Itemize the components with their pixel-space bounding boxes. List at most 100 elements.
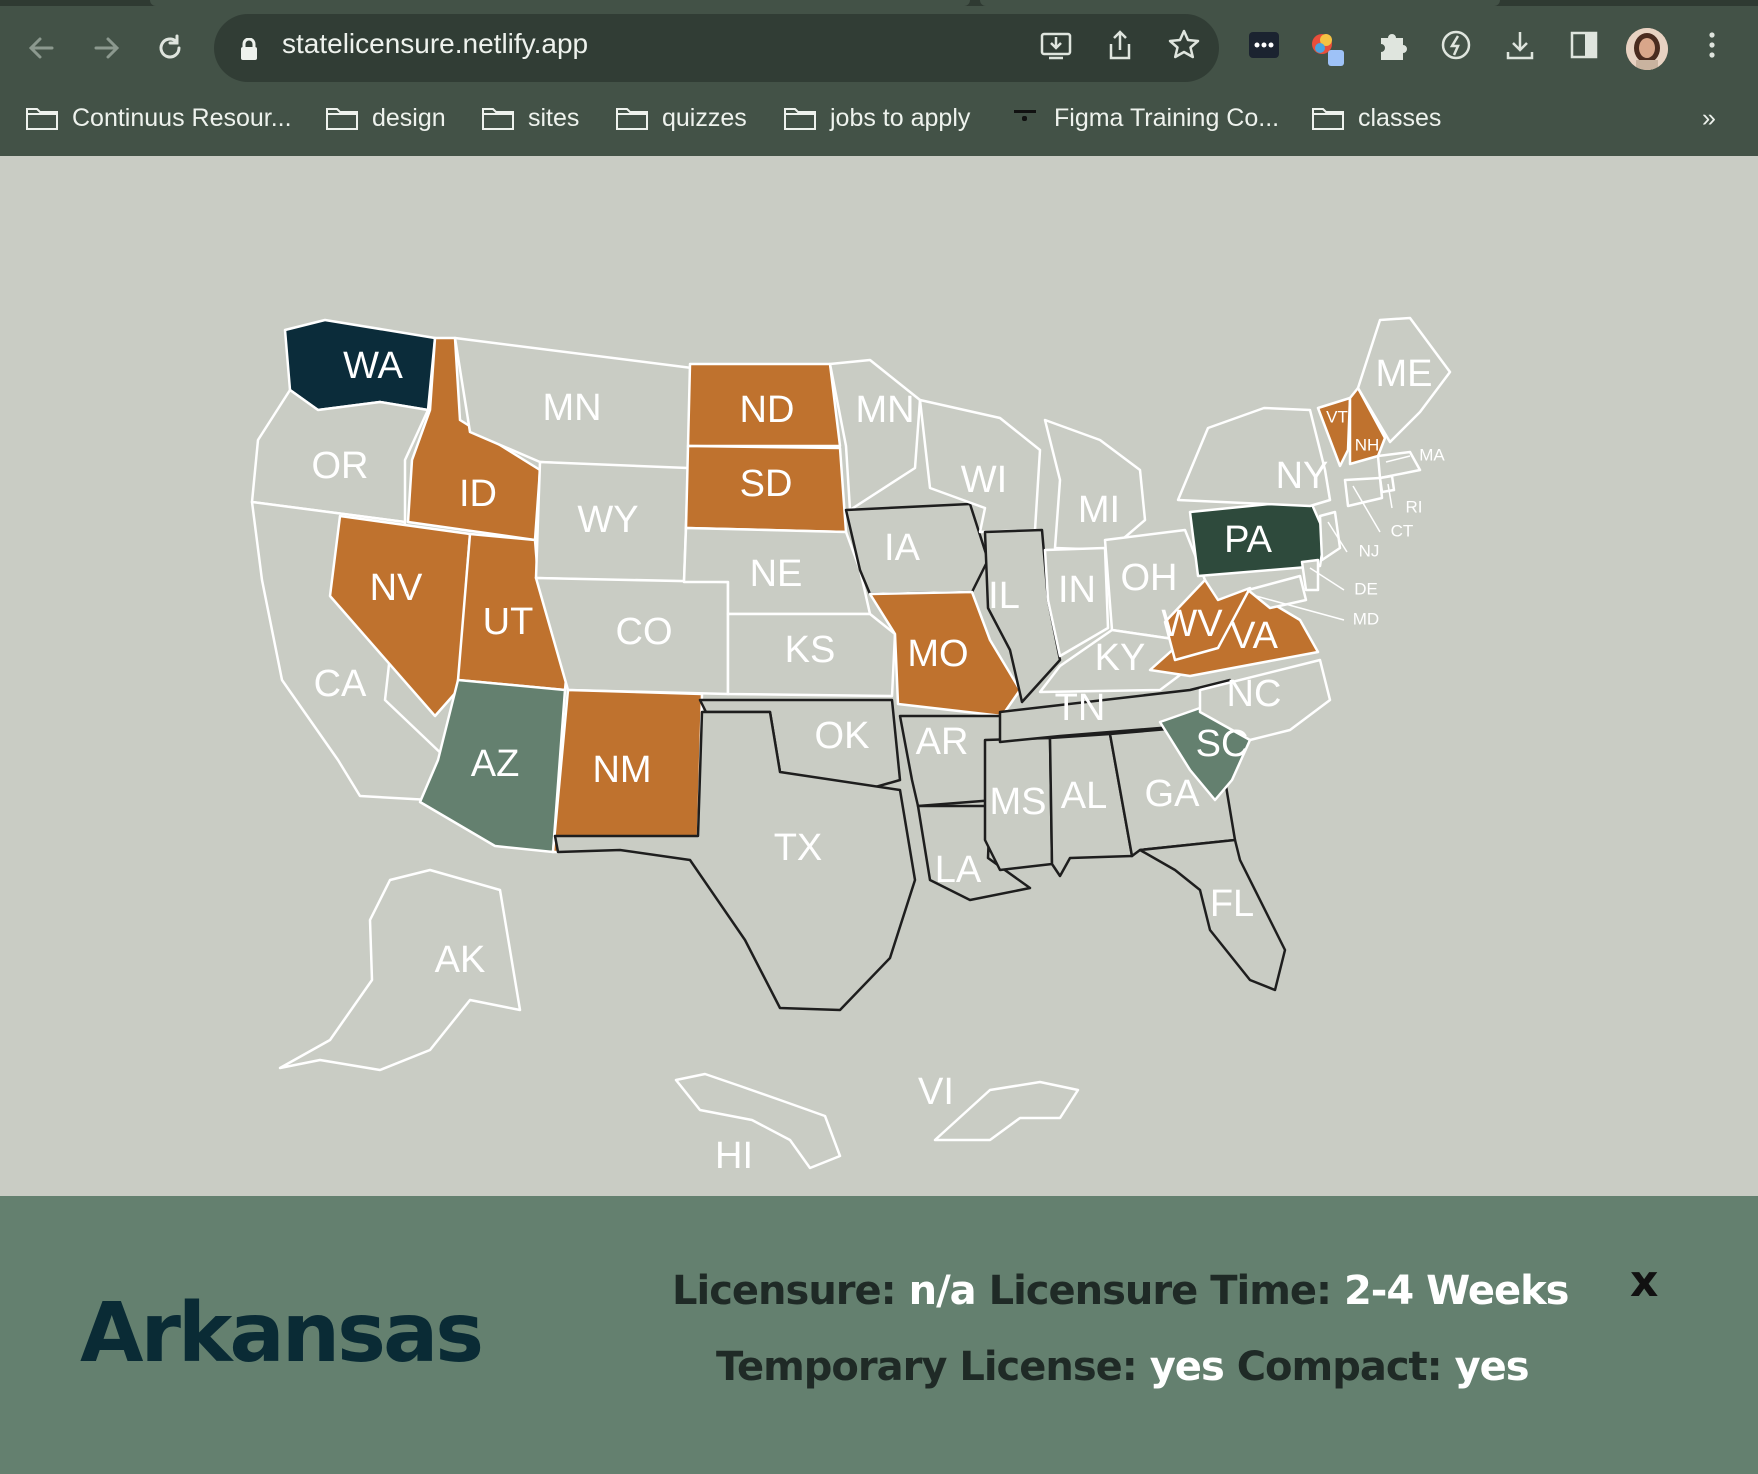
browser-menu-button[interactable] [1692, 28, 1732, 68]
state-info-panel: Arkansas Licensure: n/a Licensure Time: … [0, 1196, 1758, 1474]
kebab-menu-icon [1709, 32, 1715, 58]
state-label-il: IL [988, 575, 1020, 617]
browser-chrome: statelicensure.netlify.app Continuus Res… [0, 0, 1758, 156]
bookmarks-bar: Continuus Resour... design sites quizzes… [0, 96, 1758, 156]
state-vi[interactable] [933, 1080, 1080, 1142]
bookmark-item[interactable]: design [326, 96, 446, 140]
state-label-ma: MA [1419, 445, 1445, 464]
state-hi[interactable] [674, 1072, 842, 1170]
state-label-wy: WY [577, 499, 638, 541]
close-button[interactable]: x [1630, 1256, 1658, 1307]
temporary-license-value: yes [1149, 1344, 1225, 1390]
bookmark-item[interactable]: classes [1312, 96, 1441, 140]
reload-button[interactable] [150, 28, 190, 68]
figma-icon [1014, 110, 1036, 121]
password-manager-extension[interactable] [1244, 28, 1284, 68]
state-label-md: MD [1353, 609, 1379, 628]
state-label-tx: TX [774, 827, 823, 869]
state-label-de: DE [1354, 579, 1378, 598]
bookmark-item[interactable]: jobs to apply [784, 96, 970, 140]
licensure-time-value: 2-4 Weeks [1343, 1268, 1570, 1314]
star-icon [1168, 29, 1200, 59]
state-label-pa: PA [1224, 519, 1273, 561]
bookmark-item[interactable]: Continuus Resour... [26, 96, 292, 140]
state-label-nc: NC [1227, 673, 1282, 715]
performance-button[interactable] [1436, 28, 1476, 68]
state-label-in: IN [1058, 569, 1096, 611]
state-label-ia: IA [884, 527, 921, 569]
bookmark-item[interactable]: sites [482, 96, 579, 140]
puzzle-icon [1381, 34, 1407, 60]
state-label-la: LA [935, 849, 982, 891]
state-label-nd: ND [740, 389, 795, 431]
download-icon [1506, 32, 1534, 60]
state-label-tn: TN [1055, 687, 1106, 729]
state-label-ut: UT [483, 601, 534, 643]
compact-label: Compact: [1236, 1344, 1443, 1390]
compact-value: yes [1454, 1344, 1530, 1390]
state-label-vi: VI [918, 1071, 954, 1113]
state-ma[interactable] [1376, 450, 1422, 480]
state-label-va: VA [1230, 615, 1279, 657]
folder-icon [26, 108, 58, 130]
state-label-mi: MI [1078, 489, 1120, 531]
state-label-hi: HI [715, 1135, 753, 1177]
us-map: WA OR CA ID NV UT AZ MN WY CO NM ND SD NE KS OK TX MN IA MO… [250, 316, 1452, 1177]
share-icon [1109, 30, 1131, 60]
folder-icon [482, 108, 514, 130]
state-label-fl: FL [1210, 883, 1254, 925]
avatar-icon [1626, 28, 1668, 70]
state-label-ri: RI [1406, 497, 1423, 516]
state-label-ct: CT [1391, 521, 1414, 540]
downloads-button[interactable] [1500, 28, 1540, 68]
profile-avatar[interactable] [1626, 28, 1668, 70]
color-picker-icon [1312, 34, 1344, 66]
forward-button[interactable] [86, 28, 126, 68]
state-label-ky: KY [1095, 637, 1146, 679]
chevron-double-right-icon: » [1702, 103, 1716, 132]
state-label-wa: WA [343, 345, 403, 387]
state-label-nv: NV [370, 567, 423, 609]
state-label-ga: GA [1145, 773, 1201, 815]
bookmark-item[interactable]: Figma Training Co... [1010, 96, 1279, 140]
arrow-left-icon [28, 37, 54, 59]
state-label-ne: NE [750, 553, 803, 595]
side-panel-button[interactable] [1564, 28, 1604, 68]
share-button[interactable] [1100, 28, 1140, 68]
state-label-mn: MN [542, 387, 601, 429]
dots-extension-icon [1249, 32, 1279, 58]
bookmark-item[interactable]: quizzes [616, 96, 747, 140]
state-label-ks: KS [785, 629, 836, 671]
state-label-ny: NY [1276, 455, 1329, 497]
state-label-nm: NM [592, 749, 651, 791]
map-area: WA OR CA ID NV UT AZ MN WY CO NM ND SD NE KS OK TX MN IA MO… [0, 156, 1758, 1196]
state-de[interactable] [1300, 558, 1320, 592]
state-label-ok: OK [815, 715, 870, 757]
lock-icon [241, 38, 257, 60]
url-text[interactable]: statelicensure.netlify.app [282, 28, 588, 60]
speedometer-icon [1441, 30, 1471, 60]
temporary-compact-line: Temporary License: yes Compact: yes [716, 1344, 1530, 1390]
licensure-time-label: Licensure Time: [988, 1268, 1332, 1314]
install-app-button[interactable] [1036, 28, 1076, 68]
side-panel-icon [1570, 31, 1598, 59]
state-label-ar: AR [916, 721, 969, 763]
state-label-ak: AK [435, 939, 486, 981]
state-label-id: ID [459, 473, 497, 515]
licensure-label: Licensure: [672, 1268, 897, 1314]
state-label-co: CO [616, 611, 673, 653]
state-label-wi: WI [961, 459, 1007, 501]
state-label-ca: CA [314, 663, 367, 705]
state-label-mn: MN [855, 389, 914, 431]
state-label-vt: VT [1326, 407, 1348, 426]
state-label-nh: NH [1355, 435, 1380, 454]
state-ct[interactable] [1343, 476, 1384, 508]
bookmark-star-button[interactable] [1164, 28, 1204, 68]
more-bookmarks-button[interactable]: » [1702, 96, 1716, 140]
back-button[interactable] [22, 28, 62, 68]
reload-icon [159, 34, 181, 59]
state-label-wv: WV [1161, 603, 1223, 645]
color-picker-extension[interactable] [1308, 28, 1348, 68]
extensions-button[interactable] [1372, 28, 1412, 68]
licensure-value: n/a [908, 1268, 977, 1314]
